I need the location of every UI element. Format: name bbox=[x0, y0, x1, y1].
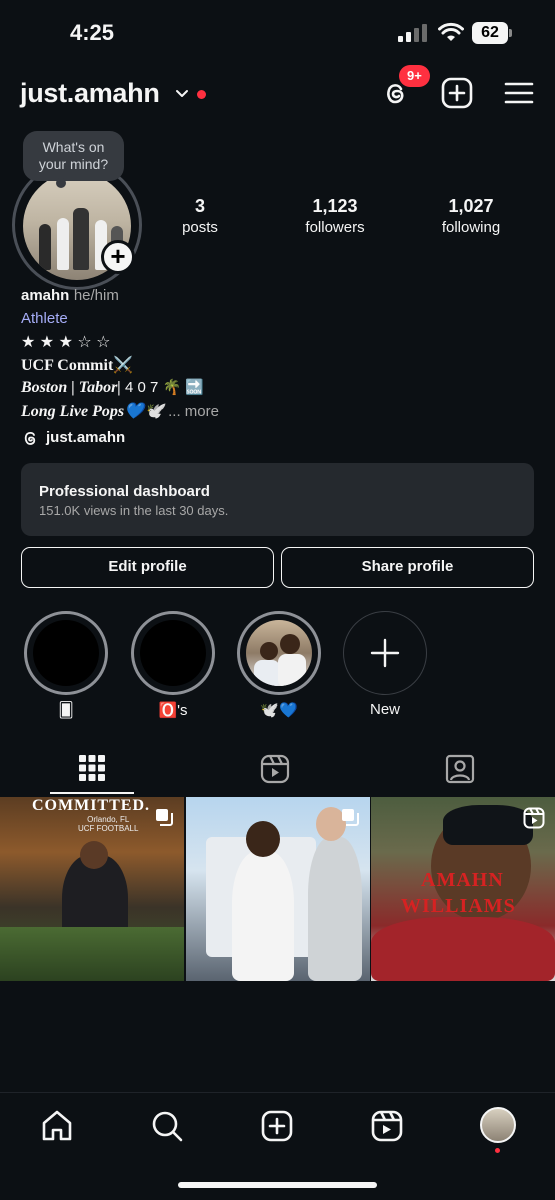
stat-following[interactable]: 1,027 following bbox=[426, 196, 516, 236]
chevron-down-icon[interactable] bbox=[174, 86, 190, 102]
category-label: Athlete bbox=[21, 310, 68, 327]
threads-small-icon bbox=[24, 431, 36, 445]
carousel-icon bbox=[156, 809, 173, 826]
highlight-label: 🂠 bbox=[58, 702, 74, 719]
menu-icon[interactable] bbox=[502, 76, 536, 110]
note-bubble[interactable]: What's on your mind? bbox=[23, 131, 124, 181]
profile-tabs bbox=[0, 746, 555, 794]
pronouns: he/him bbox=[73, 287, 119, 304]
following-count: 1,027 bbox=[448, 196, 494, 216]
tab-tagged[interactable] bbox=[370, 746, 555, 794]
post-title-line1: AMAHN bbox=[421, 869, 504, 891]
tab-reels[interactable] bbox=[185, 746, 370, 794]
highlight-cover bbox=[131, 611, 215, 695]
display-name: amahn bbox=[21, 287, 70, 304]
highlight-label: 🅾️'s bbox=[158, 702, 188, 719]
posts-label: posts bbox=[182, 219, 218, 236]
note-line2: your mind? bbox=[38, 156, 109, 172]
status-time: 4:25 bbox=[70, 20, 115, 45]
profile-nav-avatar[interactable] bbox=[480, 1107, 516, 1143]
battery-icon: 62 bbox=[472, 22, 512, 44]
posts-count: 3 bbox=[194, 196, 205, 216]
account-switcher-username[interactable]: just.amahn bbox=[20, 78, 160, 109]
stat-followers[interactable]: 1,123 followers bbox=[290, 196, 380, 236]
post-title-text: COMMITTED. bbox=[32, 797, 150, 814]
create-post-icon[interactable] bbox=[260, 1109, 294, 1143]
following-label: following bbox=[441, 219, 501, 236]
unread-dot bbox=[197, 90, 206, 99]
post-subtitle-text: Orlando, FL UCF FOOTBALL bbox=[78, 815, 139, 833]
profile-header: just.amahn 9+ bbox=[0, 65, 555, 116]
new-highlight-button[interactable]: New bbox=[343, 611, 427, 718]
bio-line-3: Long Live Pops💙🕊️ bbox=[21, 403, 164, 420]
threads-notification-badge: 9+ bbox=[399, 65, 430, 87]
carousel-icon bbox=[342, 809, 359, 826]
post-thumbnail[interactable]: AMAHN WILLIAMS bbox=[371, 797, 555, 981]
home-indicator[interactable] bbox=[178, 1182, 377, 1188]
highlight-label: New bbox=[369, 701, 400, 718]
reel-icon bbox=[523, 807, 545, 829]
post-thumbnail[interactable]: COMMITTED. Orlando, FL UCF FOOTBALL bbox=[0, 797, 184, 981]
bio-stars: ★ ★ ★ ☆ ☆ bbox=[21, 334, 111, 351]
followers-count: 1,123 bbox=[312, 196, 358, 216]
status-bar: 4:25 62 bbox=[0, 0, 555, 66]
followers-label: followers bbox=[305, 219, 365, 236]
highlight-item[interactable]: 🕊️💙 bbox=[237, 611, 321, 719]
dashboard-subtitle: 151.0K views in the last 30 days. bbox=[39, 503, 229, 518]
professional-dashboard[interactable]: Professional dashboard 151.0K views in t… bbox=[21, 463, 534, 536]
posts-grid: COMMITTED. Orlando, FL UCF FOOTBALL AMAHN… bbox=[0, 797, 555, 981]
add-story-button[interactable]: + bbox=[101, 240, 135, 274]
stat-posts[interactable]: 3 posts bbox=[165, 196, 235, 236]
post-title-line2: WILLIAMS bbox=[401, 895, 516, 917]
bio-line-2-extra: 4 0 7 🌴 🔜 bbox=[120, 379, 205, 396]
battery-level: 62 bbox=[472, 22, 508, 44]
highlight-cover bbox=[24, 611, 108, 695]
bio-more-link[interactable]: ... more bbox=[168, 403, 219, 420]
reels-nav-icon[interactable] bbox=[370, 1109, 404, 1143]
reels-icon bbox=[260, 754, 290, 784]
dashboard-title: Professional dashboard bbox=[39, 483, 210, 500]
plus-icon bbox=[370, 638, 400, 668]
edit-profile-button[interactable]: Edit profile bbox=[21, 547, 274, 588]
note-bubble-tail bbox=[56, 178, 66, 188]
tab-posts-grid[interactable] bbox=[0, 746, 185, 794]
tagged-icon bbox=[445, 754, 475, 784]
search-icon[interactable] bbox=[150, 1109, 184, 1143]
home-icon[interactable] bbox=[40, 1109, 74, 1143]
cellular-signal-icon bbox=[398, 24, 427, 42]
highlight-label: 🕊️💙 bbox=[260, 702, 298, 719]
bio: amahn he/him Athlete ★ ★ ★ ☆ ☆ UCF Commi… bbox=[21, 287, 521, 420]
threads-handle: just.amahn bbox=[46, 429, 126, 446]
wifi-icon bbox=[438, 22, 464, 41]
grid-icon bbox=[79, 755, 105, 781]
bio-line-1: UCF Commit⚔️ bbox=[21, 357, 134, 374]
highlight-item[interactable]: 🅾️'s bbox=[131, 611, 215, 719]
note-line1: What's on bbox=[42, 139, 105, 155]
bio-line-2: Boston | Tabor| bbox=[21, 379, 121, 396]
profile-nav-dot bbox=[495, 1148, 500, 1153]
active-tab-indicator bbox=[50, 792, 134, 794]
post-thumbnail[interactable] bbox=[186, 797, 370, 981]
highlight-item[interactable]: 🂠 bbox=[24, 611, 108, 719]
new-post-icon[interactable] bbox=[440, 76, 474, 110]
new-highlight-circle bbox=[343, 611, 427, 695]
highlight-cover bbox=[237, 611, 321, 695]
share-profile-button[interactable]: Share profile bbox=[281, 547, 534, 588]
